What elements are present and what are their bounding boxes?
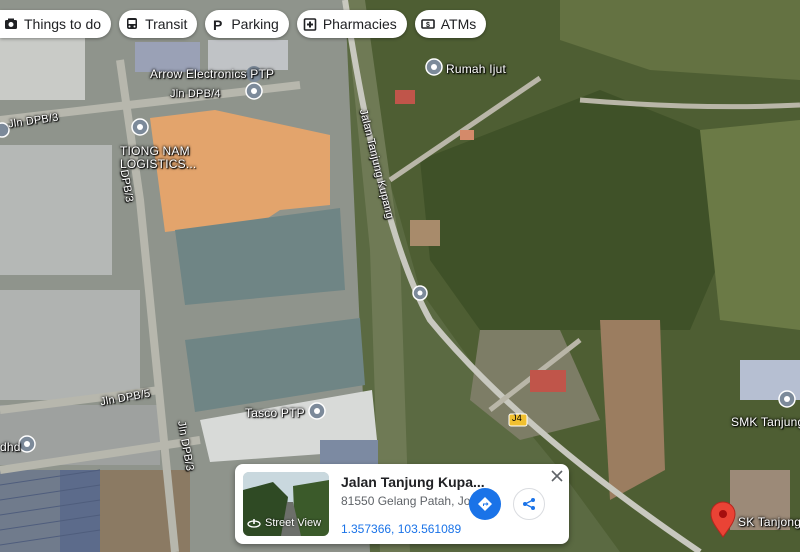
place-title[interactable]: Jalan Tanjung Kupa... <box>341 474 485 490</box>
share-icon <box>523 498 535 510</box>
camera-icon <box>5 18 17 29</box>
poi-marker-rumah-ijut[interactable] <box>425 58 443 76</box>
poi-marker-tiong-nam[interactable] <box>131 118 149 136</box>
place-address: 81550 Gelang Patah, Jo... <box>341 494 481 508</box>
label-j4: J4 <box>512 413 522 423</box>
poi-marker-road[interactable] <box>412 285 428 301</box>
street-view-label: Street View <box>265 517 322 529</box>
chip-parking[interactable]: P Parking <box>205 10 289 38</box>
chip-label: ATMs <box>440 16 477 32</box>
close-icon[interactable] <box>549 468 565 484</box>
chip-atms[interactable]: $ ATMs <box>414 10 487 38</box>
street-view-thumbnail[interactable]: Street View <box>243 472 329 536</box>
svg-text:P: P <box>213 17 222 31</box>
location-info-card[interactable]: Street View Jalan Tanjung Kupa... 81550 … <box>235 464 569 544</box>
parking-icon: P <box>213 17 222 31</box>
label-tiong-nam-line1: TIONG NAM <box>120 144 190 158</box>
chip-pharmacies[interactable]: Pharmacies <box>296 10 407 38</box>
chip-transit[interactable]: Transit <box>119 10 198 38</box>
poi-marker-bhd[interactable] <box>18 435 36 453</box>
label-jln-dpb4: Jln DPB/4 <box>170 88 221 100</box>
chip-label: Transit <box>145 16 188 32</box>
label-tasco: Tasco PTP <box>245 406 305 420</box>
chip-label: Things to do <box>24 16 102 32</box>
label-sk-tanjong: SK Tanjong <box>738 515 800 529</box>
place-coordinates[interactable]: 1.357366, 103.561089 <box>341 522 461 536</box>
label-bhd: dhd <box>0 440 21 454</box>
chip-things-to-do[interactable]: Things to do <box>0 10 112 38</box>
category-chips: Things to do Transit P Parking Pharmacie… <box>0 10 487 38</box>
directions-icon <box>478 497 492 511</box>
label-rumah-ijut: Rumah Ijut <box>446 62 507 76</box>
label-arrow-electronics: Arrow Electronics PTP <box>150 67 275 81</box>
atm-icon: $ <box>420 19 435 29</box>
pharmacy-icon <box>303 18 317 31</box>
bus-icon <box>127 18 138 29</box>
directions-button[interactable] <box>469 488 501 520</box>
chip-label: Parking <box>231 16 279 32</box>
poi-marker-smk[interactable] <box>778 390 796 408</box>
street-view-icon <box>247 519 261 528</box>
label-smk-tanjung: SMK Tanjung <box>731 415 800 429</box>
svg-text:$: $ <box>426 22 430 29</box>
label-tiong-nam-line2: LOGISTICS... <box>120 157 197 171</box>
share-button[interactable] <box>513 488 545 520</box>
chip-label: Pharmacies <box>322 16 397 32</box>
poi-marker-tasco[interactable] <box>308 402 326 420</box>
